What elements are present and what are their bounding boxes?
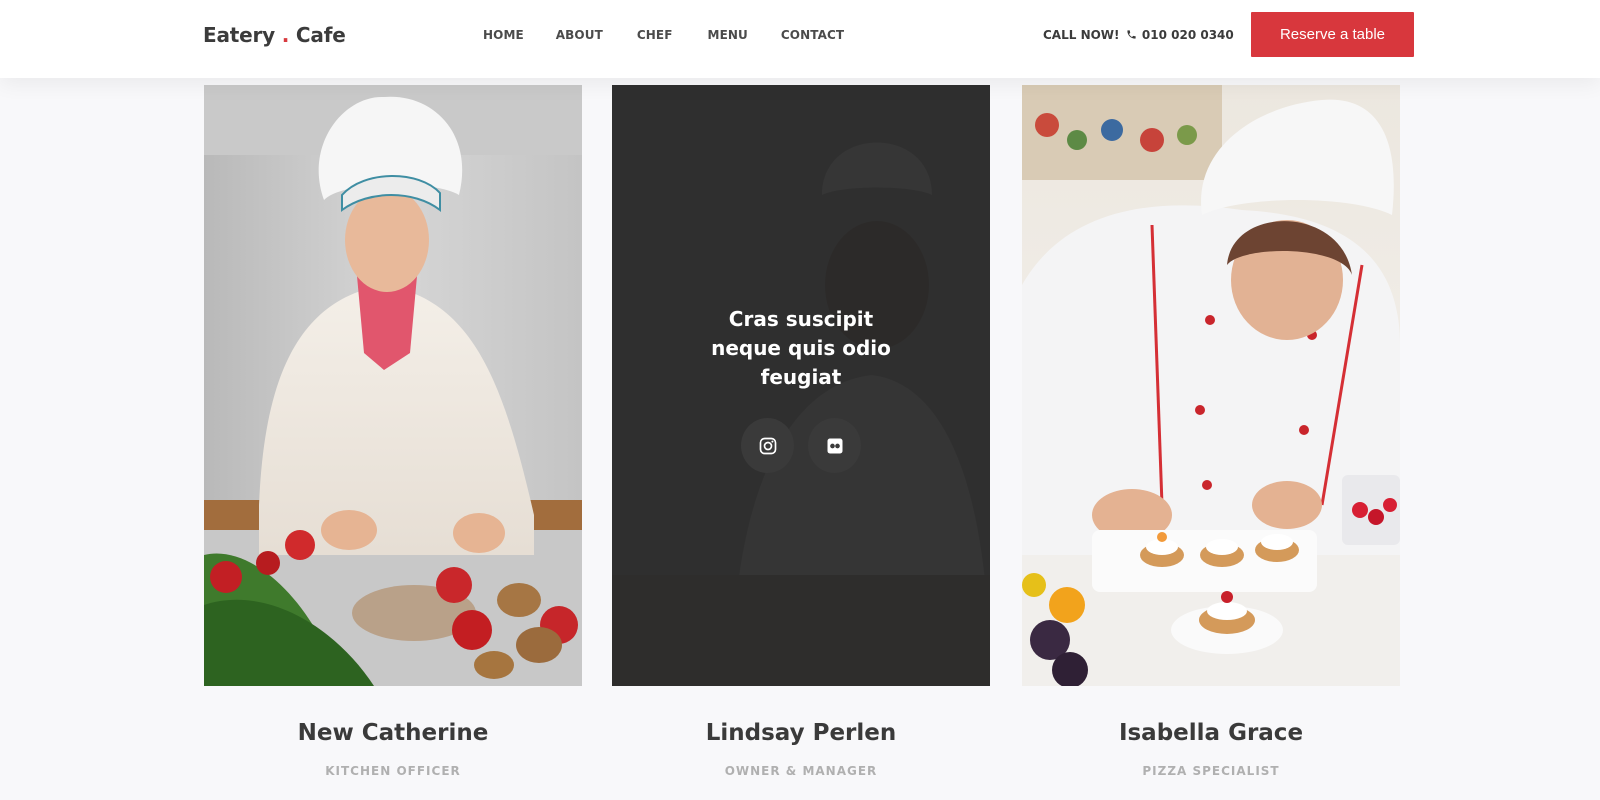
phone-number: 010 020 0340 <box>1141 28 1234 42</box>
team-card-catherine[interactable] <box>204 85 582 686</box>
instagram-icon <box>759 437 776 454</box>
member-name-lindsay: Lindsay Perlen <box>705 720 897 746</box>
flickr-icon <box>827 438 842 453</box>
brand-dot: . <box>281 23 290 47</box>
flickr-link[interactable] <box>808 418 861 473</box>
member-role-isabella: PIZZA SPECIALIST <box>1142 764 1280 778</box>
overlay-quote: Cras suscipit neque quis odio feugiat <box>711 307 891 389</box>
chef-photo-catherine <box>204 85 582 686</box>
member-role-catherine: KITCHEN OFFICER <box>325 764 461 778</box>
call-now[interactable]: CALL NOW! 010 020 0340 <box>1043 28 1234 42</box>
brand-name-part2: Cafe <box>295 23 346 47</box>
social-links <box>741 418 861 473</box>
nav-menu[interactable]: MENU <box>708 28 748 42</box>
phone-icon <box>1127 30 1136 39</box>
member-name-isabella: Isabella Grace <box>1118 720 1304 746</box>
nav-chef[interactable]: CHEF <box>637 28 673 42</box>
instagram-link[interactable] <box>741 418 794 473</box>
member-role-lindsay: OWNER & MANAGER <box>724 764 878 778</box>
brand-logo[interactable]: Eatery . Cafe <box>203 23 346 47</box>
site-header: Eatery . Cafe HOME ABOUT CHEF MENU CONTA… <box>0 0 1600 78</box>
reserve-table-button[interactable]: Reserve a table <box>1251 12 1414 57</box>
nav-home[interactable]: HOME <box>483 28 524 42</box>
main-nav: HOME ABOUT CHEF MENU CONTACT <box>483 28 878 42</box>
call-now-label: CALL NOW! <box>1043 28 1120 42</box>
team-card-lindsay[interactable]: Cras suscipit neque quis odio feugiat <box>612 85 990 686</box>
nav-about[interactable]: ABOUT <box>556 28 603 42</box>
card-hover-overlay: Cras suscipit neque quis odio feugiat <box>612 85 990 686</box>
nav-contact[interactable]: CONTACT <box>781 28 844 42</box>
member-name-catherine: New Catherine <box>297 720 489 746</box>
brand-name-part1: Eatery <box>203 23 275 47</box>
team-card-isabella[interactable] <box>1022 85 1400 686</box>
chef-photo-isabella <box>1022 85 1400 686</box>
